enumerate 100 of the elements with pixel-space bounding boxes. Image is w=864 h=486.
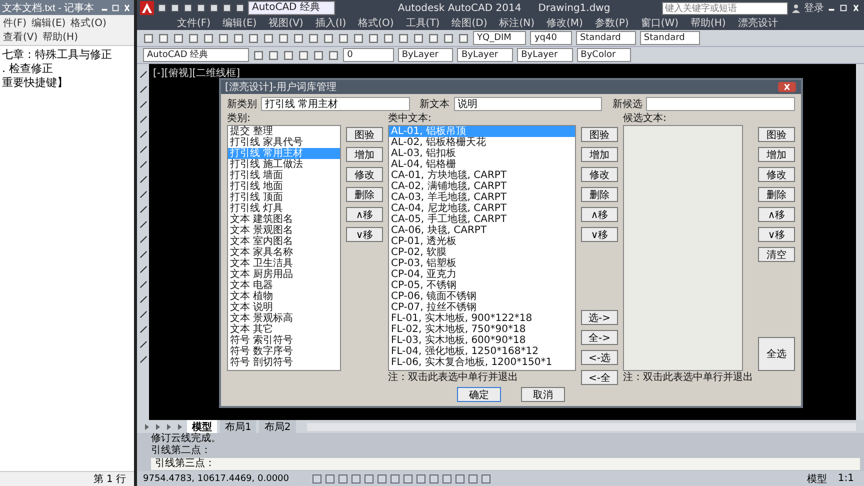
list-item[interactable]: 文本 建筑图名: [228, 214, 340, 225]
menu-item[interactable]: 窗口(W): [640, 16, 679, 30]
list-item[interactable]: 打引线 家具代号: [228, 137, 340, 148]
viewport-label[interactable]: [-][俯视][二维线框]: [153, 66, 240, 80]
app-logo-icon[interactable]: [140, 1, 154, 15]
list-item[interactable]: 文本 厨房用品: [228, 269, 340, 280]
tool-icon[interactable]: [248, 32, 259, 44]
text-field[interactable]: [646, 97, 796, 111]
tool-icon[interactable]: [443, 32, 454, 44]
tool-icon[interactable]: [428, 32, 439, 44]
list-item[interactable]: CP-02, 软膜: [389, 247, 575, 258]
menu-item[interactable]: 漂亮设计: [738, 16, 778, 30]
style-dropdown[interactable]: YQ_DIM: [473, 31, 526, 45]
scrollbar[interactable]: [856, 64, 864, 420]
list-item[interactable]: FL-01, 实木地板, 900*122*18: [389, 313, 575, 324]
menu-item[interactable]: 修改(M): [546, 16, 583, 30]
tool-icon[interactable]: [413, 32, 424, 44]
transfer-button[interactable]: 选->: [581, 310, 618, 325]
list-item[interactable]: CP-01, 透光板: [389, 236, 575, 247]
tool-icon[interactable]: [158, 32, 169, 44]
menu-item[interactable]: 编辑(E): [32, 16, 66, 30]
list-item[interactable]: 文本 室内图名: [228, 236, 340, 247]
layout-tab[interactable]: 布局2: [259, 420, 296, 434]
list-item[interactable]: CP-06, 镜面不锈钢: [389, 291, 575, 302]
tool-icon[interactable]: [353, 32, 364, 44]
menu-item[interactable]: 文件(F): [177, 16, 211, 30]
text-area[interactable]: 七章：特殊工具与修正 . 检查修正 重要快捷键】: [0, 46, 134, 471]
tool-icon[interactable]: [203, 32, 214, 44]
tool-icon[interactable]: [173, 32, 184, 44]
maximize-icon[interactable]: [111, 2, 120, 12]
candidate-action-button[interactable]: 清空: [758, 247, 795, 262]
list-item[interactable]: FL-03, 实木地板, 600*90*18: [389, 335, 575, 346]
list-item[interactable]: 文本 景观标高: [228, 313, 340, 324]
menu-item[interactable]: 查看(V): [3, 30, 38, 44]
transfer-button[interactable]: <-选: [581, 350, 618, 365]
style-dropdown[interactable]: Standard: [640, 31, 700, 45]
color-dropdown[interactable]: ByLayer: [398, 48, 454, 62]
menu-item[interactable]: 参数(P): [594, 16, 629, 30]
list-action-button[interactable]: 删除: [581, 187, 618, 202]
list-item[interactable]: 符号 剖切符号: [228, 357, 340, 368]
menu-item[interactable]: 绘图(D): [452, 16, 488, 30]
search-field[interactable]: 键入关键字或短语: [662, 2, 788, 14]
style-dropdown[interactable]: yq40: [530, 31, 572, 45]
candidate-action-button[interactable]: 图验: [758, 127, 795, 142]
text-field[interactable]: 打引线 常用主材: [261, 97, 410, 111]
status-button[interactable]: 1:1: [834, 473, 858, 484]
tool-icon[interactable]: [398, 32, 409, 44]
list-item[interactable]: CP-03, 铝塑板: [389, 258, 575, 269]
list-action-button[interactable]: 增加: [346, 147, 383, 162]
tool-icon[interactable]: [283, 50, 294, 60]
list-item[interactable]: AL-02, 铝板格栅天花: [389, 137, 575, 148]
maximize-icon[interactable]: [839, 3, 848, 13]
candidate-action-button[interactable]: ∧移: [758, 207, 795, 222]
list-item[interactable]: 文本 植物: [228, 291, 340, 302]
list-item[interactable]: 打引线 地面: [228, 181, 340, 192]
list-item[interactable]: FL-02, 实木地板, 750*90*18: [389, 324, 575, 335]
close-icon[interactable]: [122, 2, 132, 12]
cancel-button[interactable]: 取消: [521, 387, 565, 402]
drawing-canvas[interactable]: [149, 64, 856, 420]
tool-icon[interactable]: [383, 32, 394, 44]
tool-icon[interactable]: [298, 50, 310, 60]
lineweight-dropdown[interactable]: ByLayer: [517, 48, 573, 62]
list-action-button[interactable]: 图验: [581, 127, 618, 142]
candidate-action-button[interactable]: 修改: [758, 167, 795, 182]
workspace-dropdown[interactable]: AutoCAD 经典: [248, 1, 335, 15]
tool-icon[interactable]: [313, 50, 324, 60]
candidate-action-button[interactable]: 删除: [758, 187, 795, 202]
list-item[interactable]: 符号 索引符号: [228, 335, 340, 346]
user-icon[interactable]: [791, 3, 801, 13]
menu-item[interactable]: 编辑(E): [222, 16, 257, 30]
transfer-button[interactable]: 全->: [581, 330, 618, 345]
list-item[interactable]: CA-05, 手工地毯, CARPT: [389, 214, 575, 225]
transfer-button[interactable]: <-全: [581, 370, 618, 385]
list-item[interactable]: CP-07, 拉丝不锈钢: [389, 302, 575, 313]
menu-item[interactable]: 格式(O): [358, 16, 394, 30]
list-item[interactable]: 打引线 墙面: [228, 170, 340, 181]
menu-item[interactable]: 标注(N): [499, 16, 535, 30]
menu-item[interactable]: 格式(O): [70, 16, 106, 30]
candidate-action-button[interactable]: 增加: [758, 147, 795, 162]
list-action-button[interactable]: ∧移: [581, 207, 618, 222]
menu-item[interactable]: 帮助(H): [42, 30, 78, 44]
text-field[interactable]: 说明: [454, 97, 602, 111]
list-action-button[interactable]: 删除: [346, 187, 383, 202]
list-action-button[interactable]: ∨移: [581, 227, 618, 242]
list-item[interactable]: 提交 整理: [228, 126, 340, 137]
list-item[interactable]: 打引线 顶面: [228, 192, 340, 203]
list-item[interactable]: 文本 电器: [228, 280, 340, 291]
list-action-button[interactable]: 修改: [581, 167, 618, 182]
list-item[interactable]: CA-03, 羊毛地毯, CARPT: [389, 192, 575, 203]
list-item[interactable]: 打引线 灯具: [228, 203, 340, 214]
list-item[interactable]: 文本 景观图名: [228, 225, 340, 236]
list-item[interactable]: AL-03, 铝扣板: [389, 148, 575, 159]
ok-button[interactable]: 确定: [457, 387, 501, 402]
tool-icon[interactable]: [143, 32, 154, 44]
list-item[interactable]: CA-01, 方块地毯, CARPT: [389, 170, 575, 181]
tool-icon[interactable]: [368, 32, 379, 44]
login-link[interactable]: 登录: [804, 1, 824, 15]
tool-icon[interactable]: [188, 32, 199, 44]
list-item[interactable]: 打引线 施工做法: [228, 159, 340, 170]
tool-icon[interactable]: [323, 32, 334, 44]
